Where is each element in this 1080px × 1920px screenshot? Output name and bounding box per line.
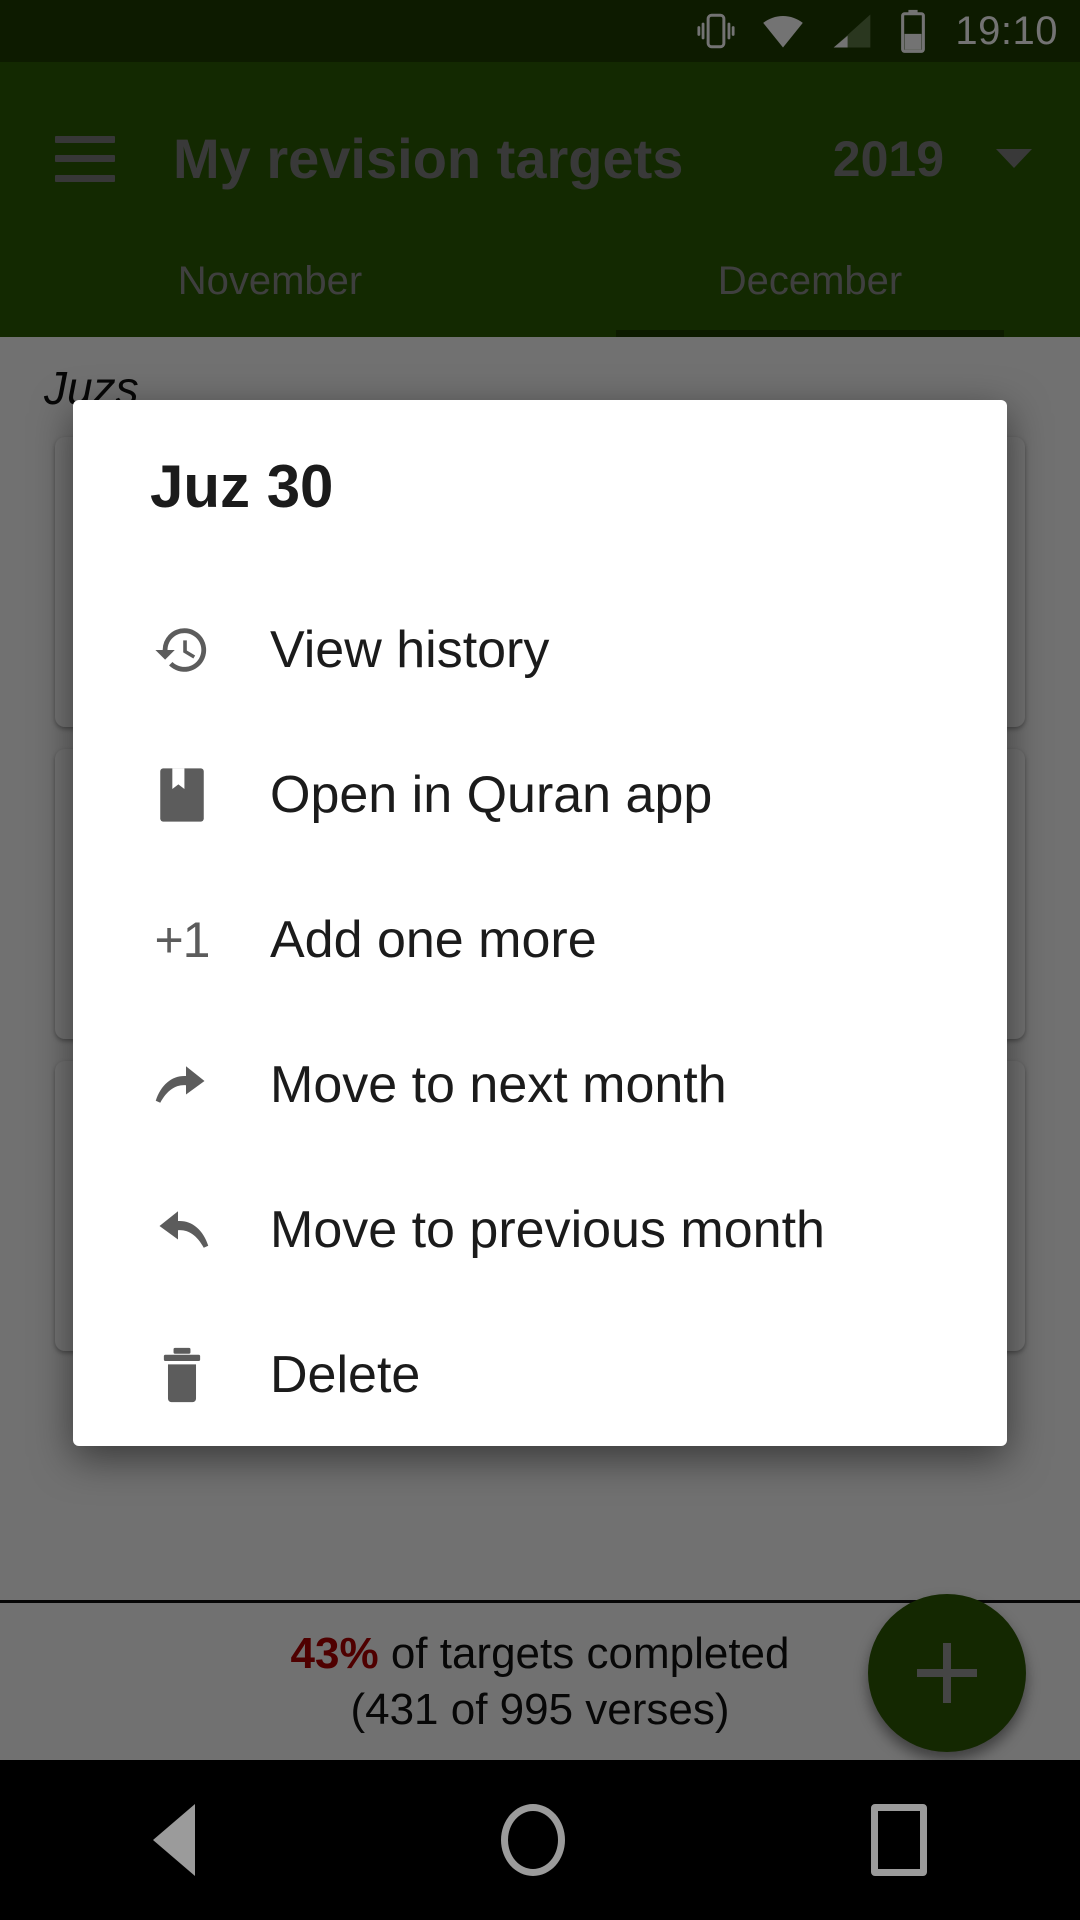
undo-arrow-icon [150,1198,214,1262]
dialog-title: Juz 30 [150,453,334,520]
menu-item-label: Add one more [270,910,597,969]
plus-one-icon: +1 [154,911,210,968]
bookmark-book-icon [150,763,214,827]
menu-item-view-history[interactable]: View history [73,577,1007,722]
menu-item-label: Delete [270,1345,421,1404]
back-triangle-icon[interactable] [153,1804,195,1876]
history-icon [150,618,214,682]
phone-screen: Juzs 43% of targets completed (431 of 99… [0,0,1080,1920]
menu-item-label: Move to previous month [270,1200,825,1259]
redo-arrow-icon [150,1053,214,1117]
menu-item-move-to-next-month[interactable]: Move to next month [73,1012,1007,1157]
recents-square-icon[interactable] [871,1804,927,1876]
menu-item-label: View history [270,620,550,679]
menu-item-label: Move to next month [270,1055,727,1114]
android-navigation-bar [0,1760,1080,1920]
trash-icon [150,1343,214,1407]
menu-item-open-in-quran-app[interactable]: Open in Quran app [73,722,1007,867]
menu-item-delete[interactable]: Delete [73,1302,1007,1447]
menu-item-label: Open in Quran app [270,765,713,824]
dialog-menu-list: View history Open in Quran app +1 Add on… [73,577,1007,1447]
menu-item-add-one-more[interactable]: +1 Add one more [73,867,1007,1012]
home-circle-icon[interactable] [501,1804,565,1876]
menu-item-move-to-previous-month[interactable]: Move to previous month [73,1157,1007,1302]
context-menu-dialog: Juz 30 View history Open in Quran app +1… [73,400,1007,1446]
